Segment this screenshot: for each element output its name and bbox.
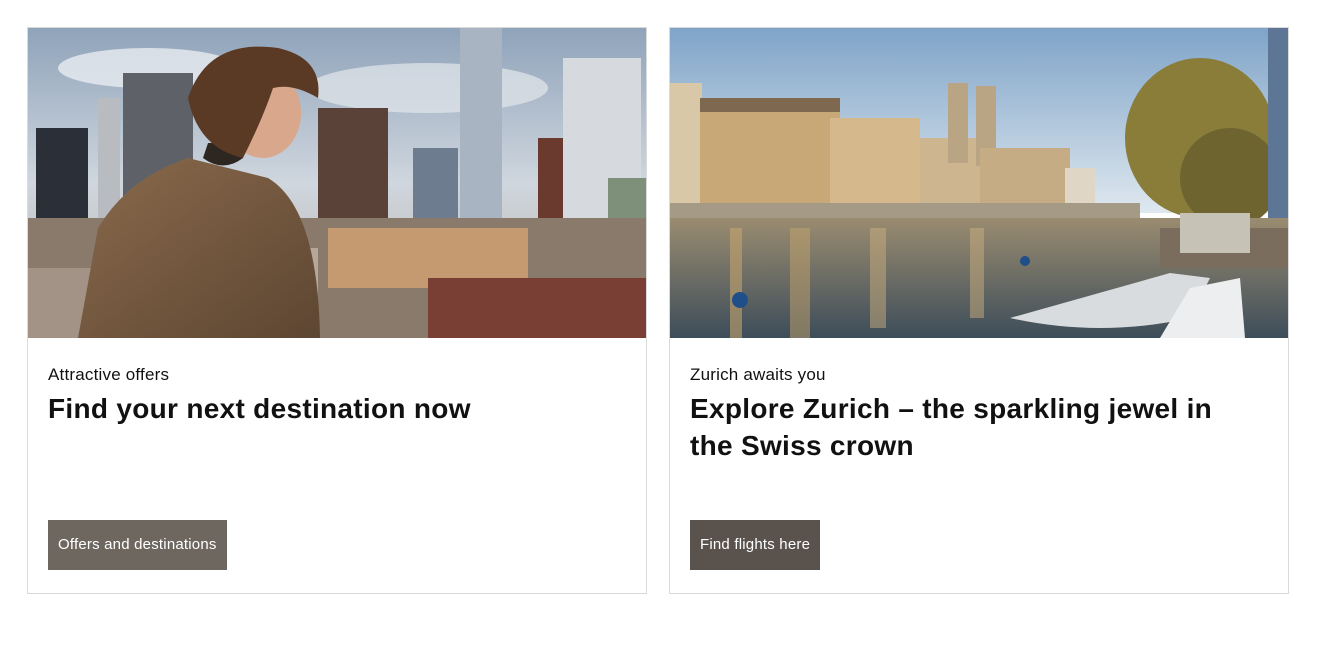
card-image-city-skyline[interactable] [28,28,646,338]
card-headline[interactable]: Find your next destination now [48,390,618,427]
city-skyline-illustration [28,28,646,338]
card-image-zurich-river[interactable] [670,28,1288,338]
card-eyebrow: Zurich awaits you [690,365,826,384]
offers-and-destinations-button[interactable]: Offers and destinations [48,520,227,570]
offer-card-zurich[interactable]: Zurich awaits you Explore Zurich – the s… [669,27,1289,594]
card-eyebrow: Attractive offers [48,365,170,384]
zurich-river-illustration [670,28,1288,338]
offer-card-destinations[interactable]: Attractive offers Find your next destina… [27,27,647,594]
find-flights-button[interactable]: Find flights here [690,520,821,570]
card-headline[interactable]: Explore Zurich – the sparkling jewel in … [690,390,1260,464]
